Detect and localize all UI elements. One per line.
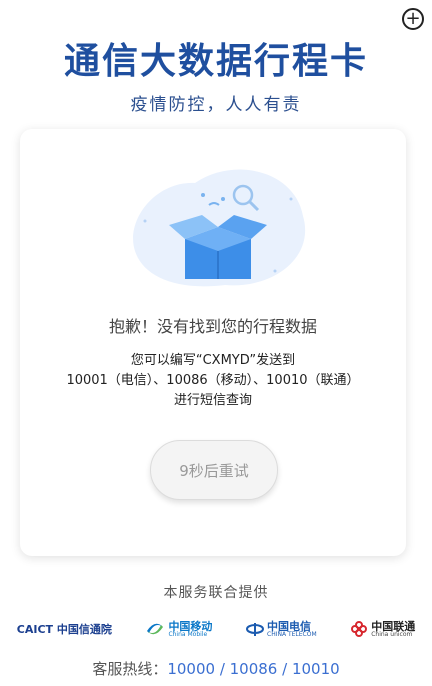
hint-line: 10001（电信）、10086（移动）、10010（联通） (66, 373, 360, 388)
china-telecom-logo: 中国电信 CHINA TELECOM (246, 621, 317, 638)
sms-hint: 您可以编写“CXMYD”发送到 10001（电信）、10086（移动）、1001… (20, 351, 406, 411)
result-card: 抱歉！没有找到您的行程数据 您可以编写“CXMYD”发送到 10001（电信）、… (20, 129, 406, 556)
china-telecom-icon (246, 623, 264, 636)
hint-line: 进行短信查询 (173, 393, 252, 408)
china-mobile-icon (147, 623, 164, 635)
hotline-numbers[interactable]: 10000 / 10086 / 10010 (167, 660, 339, 678)
page-subtitle: 疫情防控，人人有责 (130, 95, 302, 115)
partner-logos: CAICT 中国信通院 中国移动 China Mobile 中国电信 CHINA… (0, 614, 432, 644)
hint-line: 您可以编写“CXMYD”发送到 (130, 353, 296, 368)
footer-title: 本服务联合提供 (163, 585, 269, 601)
china-unicom-logo: 中国联通 China unicom (350, 620, 415, 638)
empty-box-icon (133, 169, 306, 287)
china-unicom-icon (351, 621, 368, 637)
error-message: 抱歉！没有找到您的行程数据 (108, 317, 317, 336)
add-icon[interactable]: + (402, 8, 424, 30)
hotline-label: 客服热线： (92, 660, 168, 678)
hotline: 客服热线：10000 / 10086 / 10010 (0, 658, 432, 679)
page-title: 通信大数据行程卡 (63, 41, 368, 82)
china-mobile-logo: 中国移动 China Mobile (145, 621, 212, 638)
caict-logo: CAICT 中国信通院 (16, 623, 112, 636)
retry-button[interactable]: 9秒后重试 (150, 440, 278, 500)
